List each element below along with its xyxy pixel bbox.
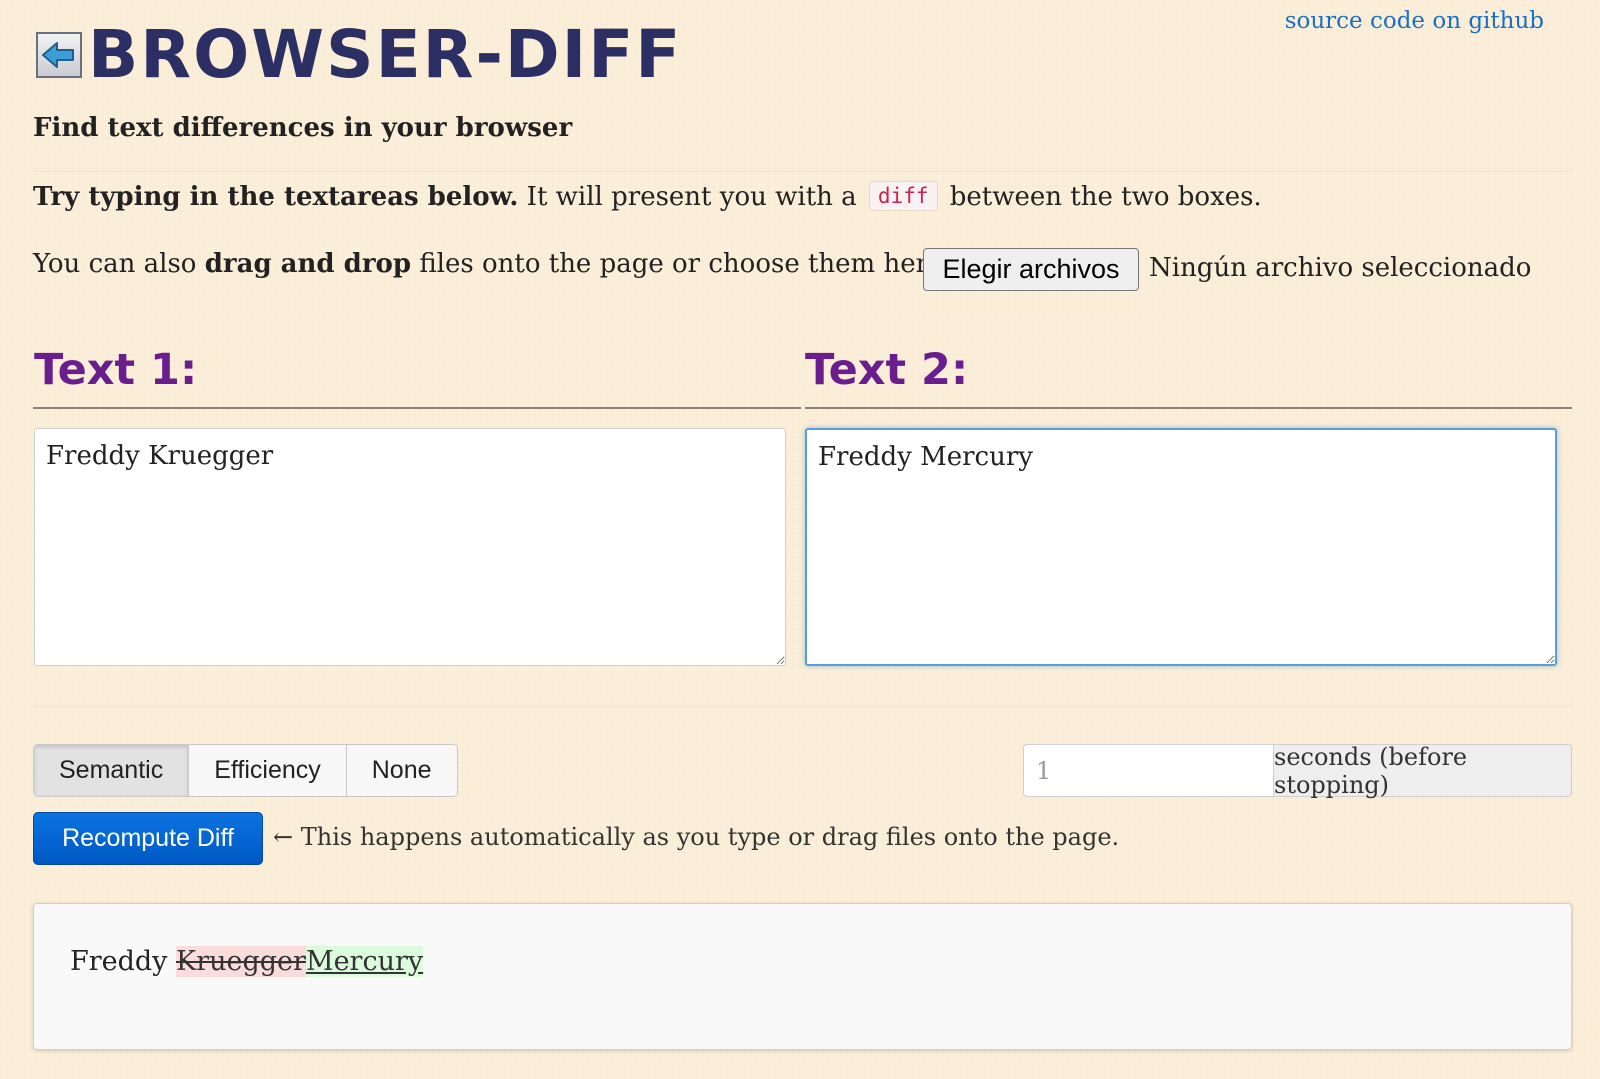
semantic-option[interactable]: Semantic: [34, 745, 190, 796]
intro-after-code: between the two boxes.: [941, 182, 1262, 212]
intro-lead: Try typing in the textareas below.: [33, 182, 519, 212]
intro-text: Try typing in the textareas below. It wi…: [33, 181, 1262, 213]
choose-files-button[interactable]: Elegir archivos: [923, 248, 1139, 291]
none-option[interactable]: None: [346, 745, 457, 796]
cleanup-options: Semantic Efficiency None: [33, 744, 458, 797]
diff-output: Freddy KrueggerMercury: [33, 903, 1572, 1050]
site-header: BROWSER-DIFF: [36, 22, 682, 88]
drag-prefix: You can also: [33, 249, 205, 279]
text2-textarea[interactable]: Freddy Mercury: [805, 428, 1557, 666]
github-link[interactable]: source code on github: [1285, 8, 1544, 34]
recompute-note: ← This happens automatically as you type…: [273, 823, 1120, 851]
text2-heading: Text 2:: [805, 345, 969, 395]
page: source code on github BROWSER-DIFF Find …: [33, 0, 1572, 1079]
text2-underline: [805, 407, 1572, 409]
efficiency-option[interactable]: Efficiency: [189, 745, 347, 796]
drag-suffix: files onto the page or choose them here:: [411, 249, 953, 279]
timeout-addon: seconds (before stopping): [1274, 743, 1572, 799]
recompute-diff-button[interactable]: Recompute Diff: [33, 812, 263, 865]
drag-bold: drag and drop: [204, 249, 412, 279]
divider: [33, 705, 1572, 707]
divider: [33, 170, 1572, 172]
file-status: Ningún archivo seleccionado: [1149, 253, 1532, 283]
back-arrow-icon[interactable]: [36, 32, 82, 78]
page-title: BROWSER-DIFF: [88, 16, 683, 93]
text1-heading: Text 1:: [34, 345, 198, 395]
tagline: Find text differences in your browser: [33, 113, 573, 143]
drag-drop-text: You can also drag and drop files onto th…: [33, 249, 952, 279]
diff-inserted: Mercury: [305, 946, 424, 977]
text1-textarea[interactable]: Freddy Kruegger: [34, 428, 786, 666]
diff-deleted: Kruegger: [176, 946, 306, 977]
timeout-input[interactable]: [1023, 744, 1274, 797]
timeout-group: seconds (before stopping): [1023, 743, 1572, 799]
diff-equal: Freddy: [70, 946, 177, 977]
diff-code: diff: [868, 181, 938, 211]
intro-before-code: It will present you with a: [518, 182, 865, 212]
text1-underline: [33, 407, 801, 409]
